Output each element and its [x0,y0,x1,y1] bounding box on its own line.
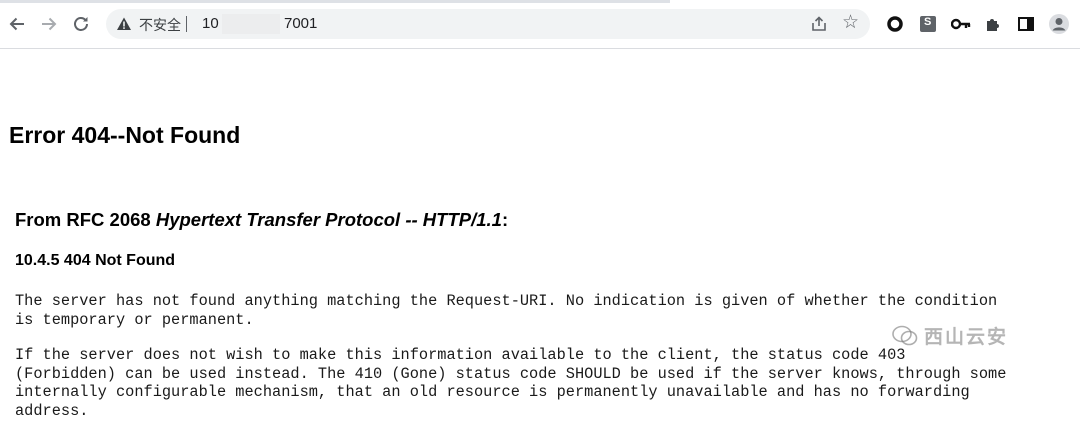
puzzle-icon[interactable] [982,13,1004,35]
rfc-suffix: : [501,209,509,230]
url-end: 7001 [284,15,318,32]
warning-icon[interactable] [116,16,132,32]
redacted-url-part [222,14,280,34]
forward-button[interactable] [36,11,62,37]
profile-icon[interactable] [1048,13,1070,35]
rfc-heading: From RFC 2068 Hypertext Transfer Protoco… [15,209,508,231]
divider [186,16,187,32]
s-extension-letter: S [924,16,932,28]
wechat-icon [892,325,918,345]
circle-icon[interactable] [884,13,906,35]
url-start: 10 [202,15,219,32]
reload-button[interactable] [68,11,94,37]
paragraph: The server has not found anything matchi… [15,292,998,329]
back-button[interactable] [4,11,30,37]
reload-icon [74,17,88,31]
page-content: Error 404--Not Found From RFC 2068 Hyper… [0,49,1080,436]
tab-strip-edge [0,0,670,3]
watermark-text: 西山云安 [924,327,1009,348]
share-icon[interactable] [810,15,828,33]
browser-toolbar: 不安全 10 7001 ☆ S [0,0,1080,49]
paragraph: If the server does not wish to make this… [15,346,1007,420]
page-title: Error 404--Not Found [9,122,241,148]
arrow-left-icon [9,17,24,31]
security-label[interactable]: 不安全 [139,15,181,35]
section-heading: 10.4.5 404 Not Found [15,252,176,269]
rfc-italic: Hypertext Transfer Protocol -- HTTP/1.1 [155,209,502,230]
bookmark-star-icon[interactable]: ☆ [842,11,859,35]
address-bar[interactable]: 不安全 10 7001 ☆ [106,9,870,39]
watermark: 西山云安 [892,322,1008,349]
s-extension-icon[interactable]: S [917,13,939,35]
key-icon[interactable] [950,13,972,35]
side-panel-icon[interactable] [1015,13,1037,35]
arrow-right-icon [42,17,57,31]
rfc-prefix: From RFC 2068 [15,209,156,230]
